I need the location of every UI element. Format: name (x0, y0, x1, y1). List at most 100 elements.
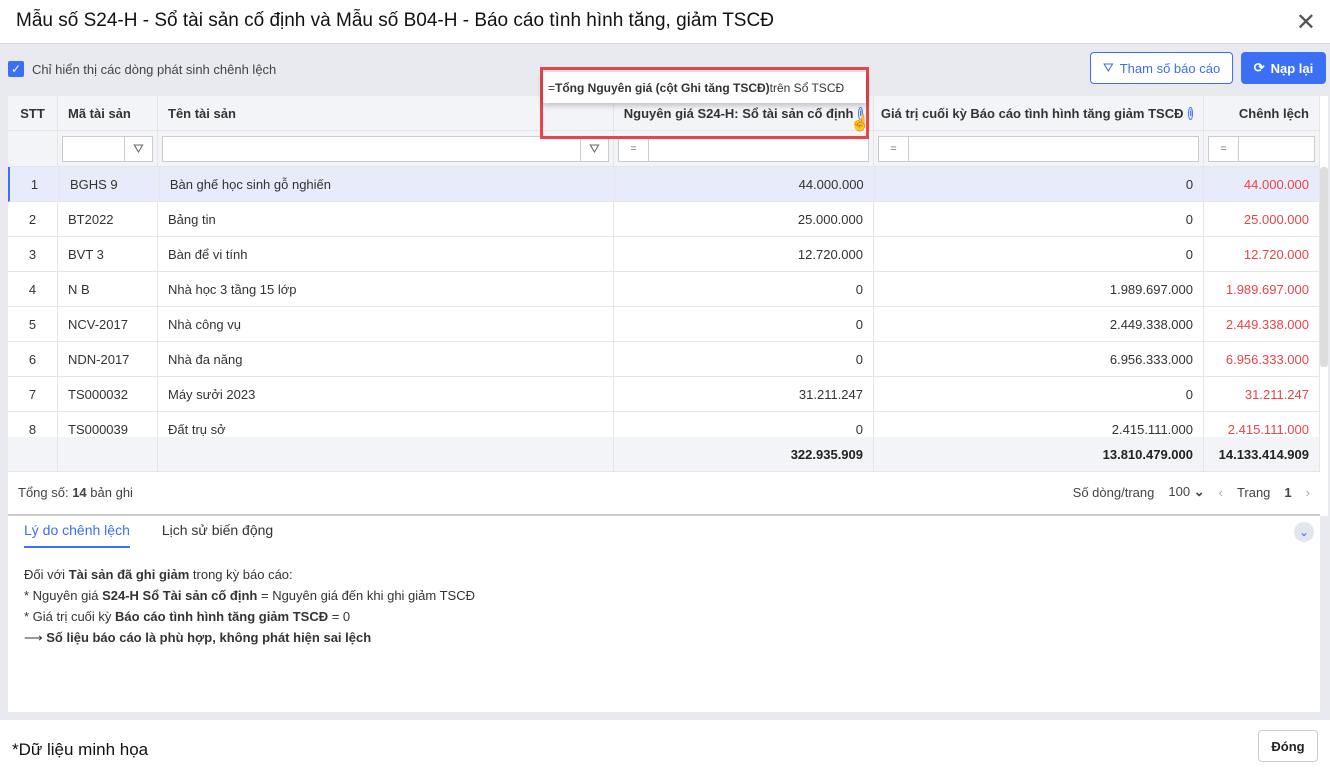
hand-cursor-icon: ☝ (850, 115, 870, 132)
cell-stt: 4 (8, 272, 58, 306)
cell-cost: 31.211.247 (614, 377, 874, 411)
cell-code: BGHS 9 (60, 167, 160, 201)
cell-code: BT2022 (58, 202, 158, 236)
filter-empty (8, 131, 58, 166)
cell-end-value: 6.956.333.000 (874, 342, 1204, 376)
conclusion-text: Số liệu báo cáo là phù hợp, không phát h… (46, 630, 372, 645)
cell-code: TS000032 (58, 377, 158, 411)
tot-empty (58, 437, 158, 471)
dialog-footer: *Dữ liệu minh họa Đóng (0, 720, 1330, 768)
cell-cost: 25.000.000 (614, 202, 874, 236)
col-end-value[interactable]: Giá trị cuối kỳ Báo cáo tình hình tăng g… (874, 96, 1204, 130)
page-label: Trang (1236, 484, 1271, 500)
detail-panel: Lý do chênh lệch Lịch sử biến động ⌄ Đối… (8, 514, 1320, 712)
chevron-down-icon: ⌄ (1193, 484, 1205, 499)
cell-end-value: 0 (874, 202, 1204, 236)
count-value: 14 (72, 484, 87, 500)
filter-code-input[interactable]: ⛛ (62, 135, 153, 162)
page-number: 1 (1284, 484, 1292, 500)
col-stt[interactable]: STT (8, 96, 58, 130)
filter-diff-input[interactable]: = (1208, 135, 1315, 162)
cell-code: BVT 3 (58, 237, 158, 271)
reason-line: * Giá trị cuối kỳ Báo cáo tình hình tăng… (24, 606, 1304, 627)
refresh-icon: ⟳ (1253, 60, 1265, 75)
cell-end-value: 0 (875, 167, 1205, 201)
dialog-content: ✓ Chỉ hiển thị các dòng phát sinh chênh … (0, 44, 1330, 720)
filter-icon: ⛛ (1102, 60, 1114, 75)
cell-name: Bảng tin (158, 202, 614, 236)
table-row[interactable]: 2 BT2022 Bảng tin 25.000.000 0 25.000.000 (8, 202, 1320, 237)
close-icon[interactable]: ✕ (1296, 8, 1316, 37)
report-params-button[interactable]: ⛛ Tham số báo cáo (1090, 52, 1233, 84)
asset-table: STT Mã tài sản Tên tài sản Nguyên giá S2… (8, 96, 1328, 516)
checkbox-label: Chỉ hiển thị các dòng phát sinh chênh lệ… (32, 61, 277, 77)
cell-end-value: 1.989.697.000 (874, 272, 1204, 306)
table-row[interactable]: 6 NDN-2017 Nhà đa năng 0 6.956.333.000 6.956.… (8, 342, 1320, 377)
table-footer: Tổng số: 14 bản ghi Số dòng/trang 100 ⌄ … (8, 472, 1320, 512)
cell-name: Bàn để vi tính (158, 237, 614, 271)
cell-name: Máy sưởi 2023 (158, 377, 614, 411)
t: trên Sổ TSCĐ (769, 80, 845, 95)
col-difference[interactable]: Chênh lệch (1204, 96, 1320, 130)
cell-name: Nhà đa năng (158, 342, 614, 376)
filter-end-input[interactable]: = (878, 135, 1199, 162)
t: trong kỳ báo cáo: (189, 567, 293, 582)
tooltip: = Tổng Nguyên giá (cột Ghi tăng TSCĐ) tr… (543, 72, 866, 103)
t: Tổng Nguyên giá (cột Ghi tăng TSCĐ) (555, 80, 770, 95)
cell-difference: 31.211.247 (1204, 377, 1320, 411)
record-count: Tổng số: 14 bản ghi (18, 485, 133, 500)
filter-cost-input[interactable]: = (618, 135, 869, 162)
info-icon[interactable]: i (1188, 106, 1193, 120)
col-asset-code[interactable]: Mã tài sản (58, 96, 158, 130)
filter-icon[interactable]: ⛛ (580, 136, 608, 161)
cell-name: Nhà học 3 tầng 15 lớp (158, 272, 614, 306)
prev-page-icon[interactable]: ‹ (1219, 485, 1223, 500)
reload-button[interactable]: ⟳ Nạp lại (1241, 52, 1326, 84)
filter-icon[interactable]: ⛛ (124, 136, 152, 161)
cell-stt: 5 (8, 307, 58, 341)
table-row[interactable]: 7 TS000032 Máy sưởi 2023 31.211.247 0 31.211.… (8, 377, 1320, 412)
table-row[interactable]: 4N B Nhà học 3 tầng 15 lớp 0 1.989.697.000 1… (8, 272, 1320, 307)
cell-name: Bàn ghế học sinh gỗ nghiến (160, 167, 616, 201)
tab-change-history[interactable]: Lịch sử biến động (162, 522, 273, 548)
cell-cost: 0 (614, 342, 874, 376)
show-diff-only-checkbox[interactable]: ✓ Chỉ hiển thị các dòng phát sinh chênh … (8, 61, 276, 77)
reload-label: Nạp lại (1270, 60, 1314, 76)
filter-end: = (874, 131, 1204, 166)
t: = 0 (328, 609, 351, 624)
collapse-chevron-icon[interactable]: ⌄ (1294, 522, 1314, 542)
cell-cost: 0 (614, 272, 874, 306)
t: S24-H Sổ Tài sản cố định (102, 588, 258, 603)
cell-end-value: 2.449.338.000 (874, 307, 1204, 341)
next-page-icon[interactable]: › (1306, 485, 1310, 500)
diff-reason-text: Đối với Tài sản đã ghi giảm trong kỳ báo… (8, 548, 1320, 664)
cell-code: N B (58, 272, 158, 306)
report-params-label: Tham số báo cáo (1119, 60, 1221, 76)
t: * Nguyên giá (24, 588, 103, 603)
t: = (548, 80, 556, 95)
tab-diff-reason[interactable]: Lý do chênh lệch (24, 522, 130, 548)
t: Đối với (24, 567, 69, 582)
table-row[interactable]: 3 BVT 3 Bàn để vi tính 12.720.000 0 12.720.00… (8, 237, 1320, 272)
t: Tài sản đã ghi giảm (68, 567, 190, 582)
cell-stt: 1 (10, 167, 60, 201)
cell-code: NCV-2017 (58, 307, 158, 341)
equals-operator[interactable]: = (879, 136, 909, 161)
rows-per-page-value: 100 (1168, 484, 1191, 499)
dialog-title: Mẫu số S24-H - Sổ tài sản cố định và Mẫu… (16, 10, 774, 31)
close-button[interactable]: Đóng (1258, 730, 1318, 762)
cell-cost: 12.720.000 (614, 237, 874, 271)
rows-per-page-label: Số dòng/trang (1072, 484, 1155, 500)
filter-name-input[interactable]: ⛛ (162, 135, 609, 162)
equals-operator[interactable]: = (1209, 136, 1239, 161)
vertical-scrollbar[interactable] (1320, 167, 1328, 367)
rows-per-page-select[interactable]: 100 ⌄ (1168, 484, 1204, 500)
cell-cost: 44.000.000 (615, 167, 875, 201)
cell-stt: 7 (8, 377, 58, 411)
reason-line: Đối với Tài sản đã ghi giảm trong kỳ báo… (24, 564, 1304, 585)
equals-operator[interactable]: = (619, 136, 649, 161)
table-row[interactable]: 1 BGHS 9 Bàn ghế học sinh gỗ nghiến 44.000.… (8, 167, 1320, 202)
total-difference: 14.133.414.909 (1204, 437, 1320, 471)
table-row[interactable]: 5 NCV-2017 Nhà công vụ 0 2.449.338.000 2.449.… (8, 307, 1320, 342)
illustrative-note: *Dữ liệu minh họa (12, 740, 149, 759)
